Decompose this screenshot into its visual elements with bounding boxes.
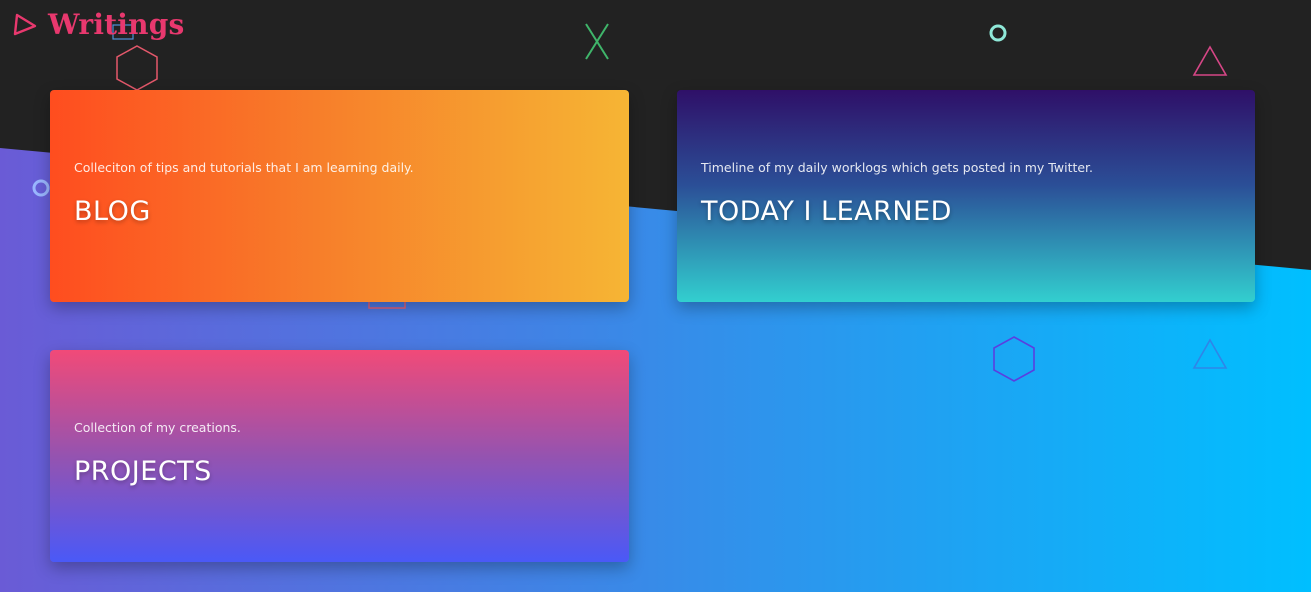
card-description: Timeline of my daily worklogs which gets… [701, 160, 1094, 175]
card-title: BLOG [74, 196, 151, 227]
triangle-icon [1192, 338, 1228, 369]
triangle-icon [1192, 45, 1228, 76]
card-description: Collection of my creations. [74, 420, 241, 435]
card-description: Colleciton of tips and tutorials that I … [74, 160, 414, 175]
cross-icon [585, 23, 609, 60]
card-title: PROJECTS [74, 456, 212, 487]
card-title: TODAY I LEARNED [701, 196, 952, 227]
page: Writings Colleciton of tips and tutorial… [0, 0, 1311, 592]
brand[interactable]: Writings [12, 8, 184, 42]
hexagon-icon [116, 45, 158, 91]
hexagon-icon [993, 336, 1035, 382]
circle-icon [32, 179, 50, 197]
card-projects[interactable]: Collection of my creations. PROJECTS [50, 350, 629, 562]
card-blog[interactable]: Colleciton of tips and tutorials that I … [50, 90, 629, 302]
page-title: Writings [48, 8, 185, 41]
circle-icon [989, 24, 1007, 42]
triangle-icon [13, 13, 37, 36]
card-today-i-learned[interactable]: Timeline of my daily worklogs which gets… [677, 90, 1255, 302]
